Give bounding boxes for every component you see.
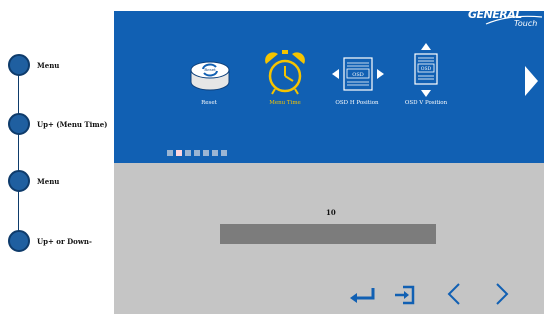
step-dot bbox=[8, 230, 30, 252]
page-dot[interactable] bbox=[167, 150, 173, 156]
menu-time-value: 10 bbox=[326, 208, 336, 217]
page-dot[interactable] bbox=[185, 150, 191, 156]
page-dot[interactable] bbox=[221, 150, 227, 156]
chevron-right-icon bbox=[525, 66, 538, 96]
page-dot[interactable] bbox=[203, 150, 209, 156]
right-button[interactable] bbox=[487, 282, 515, 306]
instruction-steps: Menu Up+ (Menu Time) Menu Up+ or Down- bbox=[0, 0, 114, 314]
step-label: Menu bbox=[37, 60, 60, 70]
step-label: Menu bbox=[37, 176, 60, 186]
enter-button[interactable] bbox=[348, 282, 376, 306]
reset-icon: Reset bbox=[190, 61, 230, 91]
next-page-button[interactable] bbox=[523, 64, 539, 98]
reset-icon-text: Reset bbox=[204, 67, 216, 72]
enter-icon bbox=[350, 288, 375, 303]
exit-button[interactable] bbox=[393, 282, 421, 306]
step-2: Up+ (Menu Time) bbox=[8, 111, 114, 137]
menu-item-label: OSD V Position bbox=[404, 100, 448, 106]
menu-item-label: Menu Time bbox=[269, 100, 301, 106]
osd-h-position-icon: OSD bbox=[332, 57, 384, 91]
step-3: Menu bbox=[8, 168, 114, 194]
value-slider[interactable] bbox=[220, 224, 436, 244]
osd-icon-text: OSD bbox=[421, 66, 432, 72]
step-dot bbox=[8, 170, 30, 192]
osd-v-position-icon: OSD bbox=[414, 43, 438, 97]
step-dot bbox=[8, 54, 30, 76]
chevron-left-icon bbox=[447, 283, 460, 305]
exit-icon bbox=[395, 285, 415, 305]
step-dot bbox=[8, 113, 30, 135]
page-dot[interactable] bbox=[212, 150, 218, 156]
osd-icon-text: OSD bbox=[352, 72, 364, 78]
page-dot-current[interactable] bbox=[176, 150, 182, 156]
alarm-clock-icon bbox=[265, 50, 305, 95]
osd-menu-panel bbox=[114, 11, 544, 163]
step-label: Up+ (Menu Time) bbox=[37, 119, 108, 129]
step-4: Up+ or Down- bbox=[8, 228, 114, 254]
brand-swoosh bbox=[485, 15, 543, 25]
page-indicator bbox=[167, 150, 227, 156]
step-label: Up+ or Down- bbox=[37, 236, 92, 246]
menu-item-label: Reset bbox=[201, 100, 217, 106]
page-dot[interactable] bbox=[194, 150, 200, 156]
menu-item-label: OSD H Position bbox=[335, 100, 379, 106]
left-button[interactable] bbox=[441, 282, 469, 306]
step-1: Menu bbox=[8, 52, 114, 78]
chevron-right-icon bbox=[496, 283, 509, 305]
